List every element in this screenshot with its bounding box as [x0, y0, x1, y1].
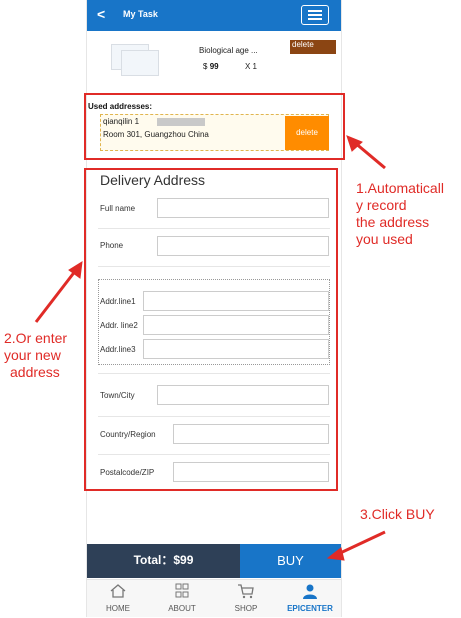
- annotation-arrows: [34, 135, 386, 561]
